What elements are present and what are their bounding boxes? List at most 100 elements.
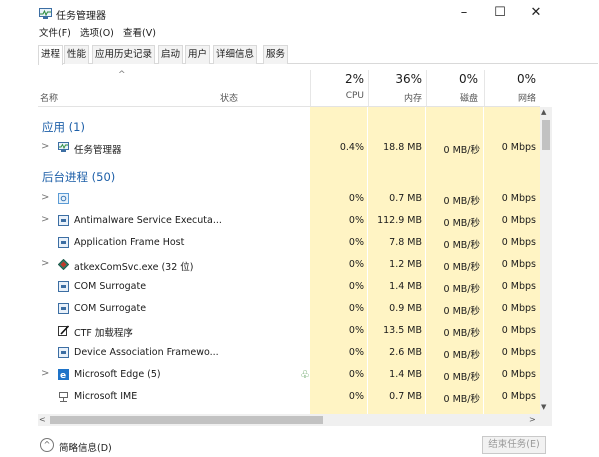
expand-chevron-icon[interactable]: > xyxy=(41,258,49,269)
column-divider[interactable] xyxy=(426,70,427,106)
scroll-right-icon[interactable]: > xyxy=(529,415,536,424)
scroll-down-icon[interactable]: ▼ xyxy=(541,403,546,411)
close-button[interactable]: ✕ xyxy=(522,3,550,23)
process-name: Device Association Framewo... xyxy=(74,347,219,358)
process-row[interactable]: > atkexComSvc.exe (32 位) 0% 1.2 MB 0 MB/… xyxy=(38,254,540,276)
process-row[interactable]: Microsoft IME 0% 0.7 MB 0 MB/秒 0 Mbps xyxy=(38,386,540,408)
gear-icon xyxy=(58,193,69,204)
scroll-up-icon[interactable]: ▲ xyxy=(541,108,546,116)
horizontal-scroll-thumb[interactable] xyxy=(50,416,323,424)
expand-chevron-icon[interactable]: > xyxy=(41,141,49,152)
network-value: 0 Mbps xyxy=(501,303,536,314)
menu-options[interactable]: 选项(O) xyxy=(80,27,114,41)
collapse-details-icon[interactable]: ^ xyxy=(40,438,54,452)
cpu-value: 0% xyxy=(348,347,364,358)
network-value: 0 Mbps xyxy=(501,142,536,153)
process-name: COM Surrogate xyxy=(74,303,147,314)
process-row[interactable]: COM Surrogate 0% 1.4 MB 0 MB/秒 0 Mbps xyxy=(38,276,540,298)
tab-startup[interactable]: 启动 xyxy=(158,45,184,64)
memory-total[interactable]: 36% xyxy=(368,72,422,86)
network-value: 0 Mbps xyxy=(501,281,536,292)
window-title: 任务管理器 xyxy=(56,11,106,22)
memory-value: 0.7 MB xyxy=(389,391,422,402)
memory-value: 0.7 MB xyxy=(389,193,422,204)
network-value: 0 Mbps xyxy=(501,193,536,204)
column-header-name[interactable]: 名称 xyxy=(40,91,58,104)
tab-processes[interactable]: 进程 xyxy=(38,45,64,65)
vertical-scrollbar[interactable] xyxy=(540,107,552,414)
tab-performance[interactable]: 性能 xyxy=(64,45,90,64)
disk-value: 0 MB/秒 xyxy=(443,394,480,405)
process-row[interactable]: > e Microsoft Edge (5) ♧ 0% 1.4 MB 0 MB/… xyxy=(38,364,540,386)
network-value: 0 Mbps xyxy=(501,391,536,402)
task-manager-icon xyxy=(58,142,69,152)
column-header-cpu[interactable]: CPU xyxy=(310,91,364,101)
process-name: Antimalware Service Executa... xyxy=(74,215,222,226)
process-row[interactable]: > Antimalware Service Executa... 0% 112.… xyxy=(38,210,540,232)
network-value: 0 Mbps xyxy=(501,325,536,336)
network-value: 0 Mbps xyxy=(501,237,536,248)
memory-value: 1.4 MB xyxy=(389,281,422,292)
network-value: 0 Mbps xyxy=(501,369,536,380)
pen-icon xyxy=(58,325,69,336)
column-header-status[interactable]: 状态 xyxy=(220,91,238,104)
disk-value: 0 MB/秒 xyxy=(443,306,480,317)
cpu-value: 0% xyxy=(348,237,364,248)
process-row[interactable]: > 任务管理器 0.4% 18.8 MB 0 MB/秒 0 Mbps xyxy=(38,137,540,159)
end-task-button[interactable]: 结束任务(E) xyxy=(482,436,546,454)
process-row[interactable]: Device Association Framewo... 0% 2.6 MB … xyxy=(38,342,540,364)
tab-services[interactable]: 服务 xyxy=(263,45,289,64)
process-row[interactable]: > 0% 0.7 MB 0 MB/秒 0 Mbps xyxy=(38,188,540,210)
memory-value: 2.6 MB xyxy=(389,347,422,358)
expand-chevron-icon[interactable]: > xyxy=(41,368,49,379)
column-header-disk[interactable]: 磁盘 xyxy=(426,91,478,104)
tab-details[interactable]: 详细信息 xyxy=(213,45,258,64)
svg-text:e: e xyxy=(60,371,66,380)
maximize-button[interactable]: ☐ xyxy=(486,3,514,23)
process-row[interactable]: CTF 加载程序 0% 13.5 MB 0 MB/秒 0 Mbps xyxy=(38,320,540,342)
cpu-total[interactable]: 2% xyxy=(310,72,364,86)
sort-arrow-icon: ^ xyxy=(118,70,126,80)
tab-strip: 进程 性能 应用历史记录 启动 用户 详细信息 服务 xyxy=(38,45,598,65)
network-total[interactable]: 0% xyxy=(484,72,536,86)
group-header-apps[interactable]: 应用 (1) xyxy=(38,113,540,135)
column-divider[interactable] xyxy=(310,70,311,106)
column-divider[interactable] xyxy=(484,70,485,106)
process-name: atkexComSvc.exe (32 位) xyxy=(74,262,194,273)
cpu-value: 0% xyxy=(348,259,364,270)
menu-bar: 文件(F) 选项(O) 查看(V) xyxy=(0,27,599,43)
column-divider[interactable] xyxy=(368,70,369,106)
disk-total[interactable]: 0% xyxy=(426,72,478,86)
memory-value: 1.2 MB xyxy=(389,259,422,270)
memory-value: 13.5 MB xyxy=(383,325,422,336)
window-icon xyxy=(58,303,69,314)
scroll-left-icon[interactable]: < xyxy=(39,415,46,424)
column-header-memory[interactable]: 内存 xyxy=(368,91,422,104)
minimize-button[interactable]: – xyxy=(450,3,478,23)
tab-users[interactable]: 用户 xyxy=(185,45,211,64)
window-icon xyxy=(58,215,69,226)
process-name: Application Frame Host xyxy=(74,237,185,248)
cpu-value: 0% xyxy=(348,303,364,314)
expand-chevron-icon[interactable]: > xyxy=(41,192,49,203)
menu-file[interactable]: 文件(F) xyxy=(39,27,71,41)
fewer-details-link[interactable]: 简略信息(D) xyxy=(59,440,112,454)
process-name: Microsoft IME xyxy=(74,391,138,402)
process-row[interactable]: COM Surrogate 0% 0.9 MB 0 MB/秒 0 Mbps xyxy=(38,298,540,320)
menu-view[interactable]: 查看(V) xyxy=(123,27,156,41)
vertical-scroll-thumb[interactable] xyxy=(542,120,550,150)
cpu-value: 0% xyxy=(348,325,364,336)
process-row[interactable]: Application Frame Host 0% 7.8 MB 0 MB/秒 … xyxy=(38,232,540,254)
diamond-icon xyxy=(58,259,69,270)
group-header-background[interactable]: 后台进程 (50) xyxy=(38,163,540,185)
process-name: COM Surrogate xyxy=(74,281,147,292)
process-name: 任务管理器 xyxy=(74,145,122,156)
expand-chevron-icon[interactable]: > xyxy=(41,214,49,225)
disk-value: 0 MB/秒 xyxy=(443,350,480,361)
cpu-value: 0% xyxy=(348,281,364,292)
cpu-value: 0% xyxy=(348,193,364,204)
cpu-value: 0% xyxy=(348,215,364,226)
window-icon xyxy=(58,237,69,248)
column-header-network[interactable]: 网络 xyxy=(484,91,536,104)
tab-app-history[interactable]: 应用历史记录 xyxy=(92,45,156,64)
